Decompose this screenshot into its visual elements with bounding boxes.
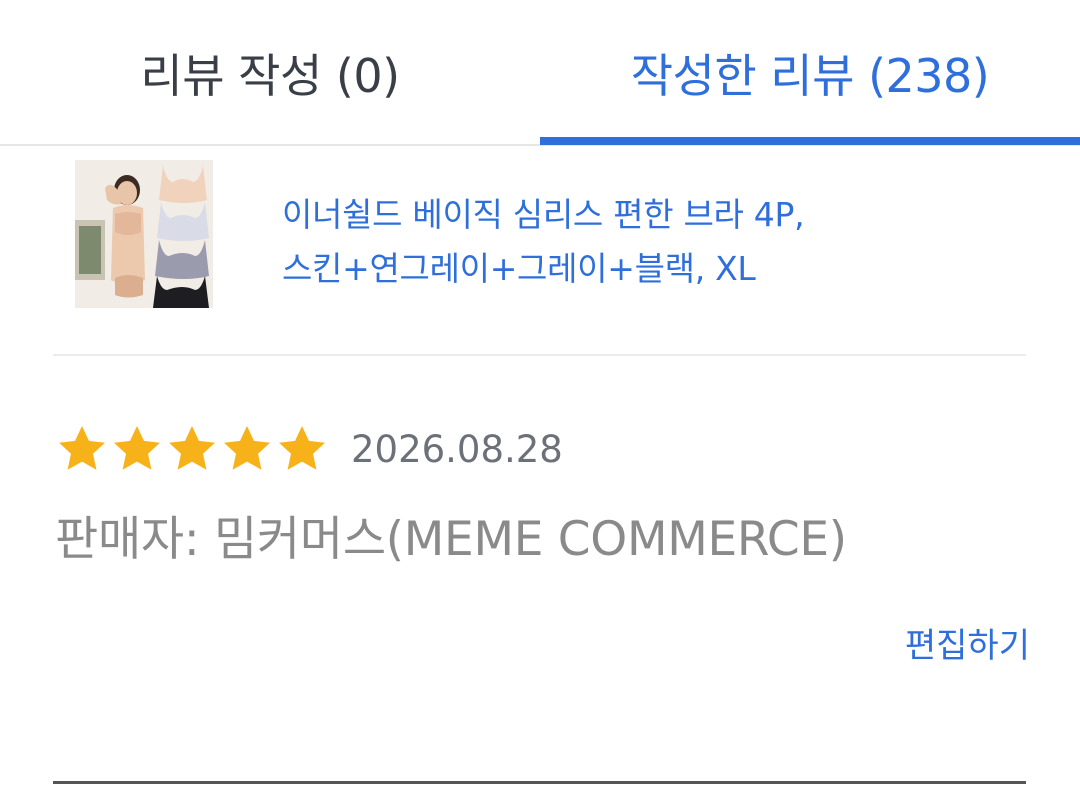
- star-icon: [279, 426, 325, 470]
- star-icon: [114, 426, 160, 470]
- review-tabs: 리뷰 작성 (0) 작성한 리뷰 (238): [0, 0, 1080, 146]
- product-name-line2: 스킨+연그레이+그레이+블랙, XL: [282, 249, 756, 288]
- product-thumbnail[interactable]: [75, 160, 213, 308]
- review-date: 2026.08.28: [351, 427, 563, 471]
- product-name-link[interactable]: 이너쉴드 베이직 심리스 편한 브라 4P, 스킨+연그레이+그레이+블랙, X…: [282, 188, 1042, 296]
- review-bottom-divider: [53, 781, 1026, 784]
- tab-write-review[interactable]: 리뷰 작성 (0): [0, 0, 540, 146]
- star-icon: [169, 426, 215, 470]
- product-summary: 이너쉴드 베이직 심리스 편한 브라 4P, 스킨+연그레이+그레이+블랙, X…: [0, 148, 1080, 356]
- edit-review-button[interactable]: 편집하기: [905, 618, 1030, 667]
- star-rating: [55, 422, 329, 476]
- tab-written-reviews[interactable]: 작성한 리뷰 (238): [540, 0, 1080, 146]
- review-rating-row: 2026.08.28: [55, 418, 563, 480]
- star-icon: [224, 426, 270, 470]
- section-divider: [53, 354, 1026, 356]
- seller-name: 판매자: 밈커머스(MEME COMMERCE): [55, 512, 847, 567]
- product-name-line1: 이너쉴드 베이직 심리스 편한 브라 4P,: [282, 195, 805, 234]
- active-tab-indicator: [540, 137, 1080, 145]
- star-icon: [59, 426, 105, 470]
